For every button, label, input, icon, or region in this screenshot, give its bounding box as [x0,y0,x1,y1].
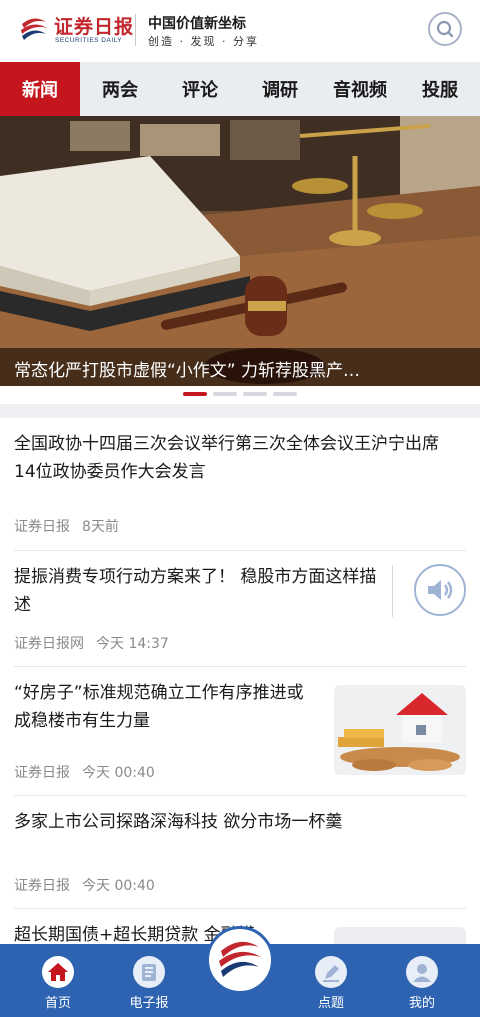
news-meta: 证券日报 今天 00:40 [14,762,155,782]
nav-profile[interactable]: 我的 [382,944,462,1017]
carousel-dot[interactable] [273,392,297,396]
nav-label: 电子报 [129,996,169,1011]
nav-home[interactable]: 首页 [18,944,98,1017]
slogan-title: 中国价值新坐标 [148,16,246,32]
news-meta: 证券日报网 今天 14:37 [14,633,169,653]
app-header: 证券日报 SECURITIES DAILY 中国价值新坐标 创造 · 发现 · … [0,0,480,62]
center-brand-button[interactable] [206,926,274,994]
audio-play-button[interactable] [414,564,466,616]
news-time: 8天前 [82,519,119,535]
news-thumbnail [334,927,466,944]
nav-label: 首页 [44,996,71,1011]
list-item[interactable]: 全国政协十四届三次会议举行第三次全体会议王沪宁出席 14位政协委员作大会发言 证… [0,418,480,550]
news-meta: 证券日报 8天前 [14,516,119,536]
carousel-dot[interactable] [213,392,237,396]
nav-e-paper[interactable]: 电子报 [109,944,189,1017]
news-time: 今天 14:37 [96,636,169,652]
brand-logo-icon [219,941,261,977]
news-source: 证券日报网 [14,636,84,652]
tab-audio-video[interactable]: 音视频 [320,62,400,116]
speaker-icon [428,580,453,600]
news-title: 全国政协十四届三次会议举行第三次全体会议王沪宁出席 14位政协委员作大会发言 [14,434,439,482]
news-title: 提振消费专项行动方案来了！ 稳股市方面这样描述 [14,567,377,615]
news-title: “好房子”标准规范确立工作有序推进或成稳楼市有生力量 [14,683,304,731]
banner-caption: 常态化严打股市虚假“小作文” 力斩荐股黑产… [0,348,480,386]
nav-label: 我的 [408,996,435,1011]
carousel-dot[interactable] [243,392,267,396]
list-item[interactable]: 多家上市公司探路深海科技 欲分市场一杯羹 证券日报 今天 00:40 [0,796,480,908]
news-time: 今天 00:40 [82,765,155,781]
category-tabs: 新闻 两会 评论 调研 音视频 投服 [0,62,480,116]
list-item[interactable]: 提振消费专项行动方案来了！ 稳股市方面这样描述 证券日报网 今天 14:37 [0,551,480,666]
news-source: 证券日报 [14,878,70,894]
search-icon [436,20,454,38]
news-time: 今天 00:40 [82,878,155,894]
tab-research[interactable]: 调研 [240,62,320,116]
logo-text: 证券日报 [54,16,135,38]
banner-image [0,116,480,386]
section-spacer [0,404,480,418]
tab-two-sessions[interactable]: 两会 [80,62,160,116]
tab-investor-service[interactable]: 投服 [400,62,480,116]
pen-icon [315,956,347,988]
nav-label: 点题 [317,996,344,1011]
news-thumbnail [334,685,466,775]
news-title: 多家上市公司探路深海科技 欲分市场一杯羹 [14,812,343,832]
news-source: 证券日报 [14,765,70,781]
audio-divider [392,565,393,617]
logo-english-text: SECURITIES DAILY [55,37,123,44]
headline-banner[interactable]: 常态化严打股市虚假“小作文” 力斩荐股黑产… [0,116,480,386]
tab-commentary[interactable]: 评论 [160,62,240,116]
news-source: 证券日报 [14,519,70,535]
brand-logo-icon [21,18,47,40]
search-button[interactable] [428,12,462,46]
newspaper-icon [133,956,165,988]
news-meta: 证券日报 今天 00:40 [14,875,155,895]
house-coins-image [334,685,466,775]
tab-news[interactable]: 新闻 [0,62,80,116]
header-divider [135,14,136,46]
list-item[interactable]: “好房子”标准规范确立工作有序推进或成稳楼市有生力量 证券日报 今天 00:40 [0,667,480,795]
slogan-subtitle: 创造 · 发现 · 分享 [148,35,259,48]
carousel-indicators [0,392,480,400]
user-icon [406,956,438,988]
carousel-dot[interactable] [183,392,207,396]
home-icon [42,956,74,988]
nav-topics[interactable]: 点题 [291,944,371,1017]
